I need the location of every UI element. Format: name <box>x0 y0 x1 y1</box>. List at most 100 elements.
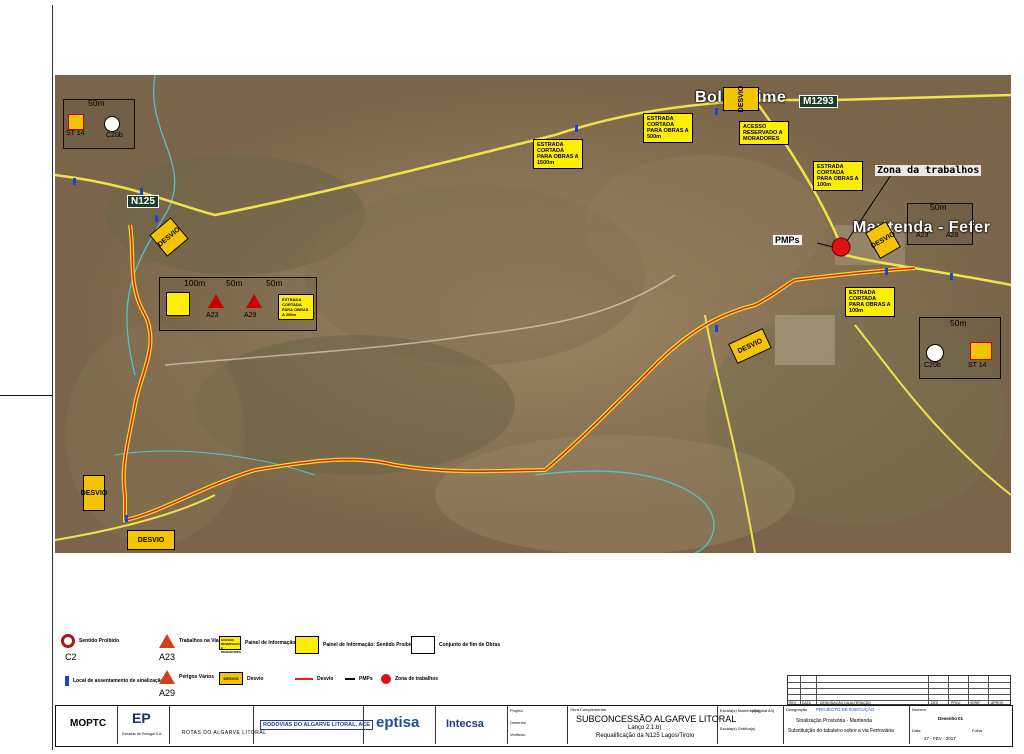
drawing-sheet: Boliqueime Maritenda - Fefer N125 M1293 … <box>0 0 1024 754</box>
logo-ep-cell: EP Estradas de Portugal S.A. <box>118 706 170 744</box>
detour-line-icon <box>295 678 313 680</box>
distance-50m-se: 50m <box>950 318 967 328</box>
a29-code: A29 <box>244 312 257 319</box>
project-lot: Lanço 2.1.b) <box>628 725 662 731</box>
legend-a29: Perigos Vários <box>159 670 214 684</box>
project-cell: Obra Complementar SUBCONCESSÃO ALGARVE L… <box>568 706 736 744</box>
pmps-label: PMPs <box>773 235 802 245</box>
desvio-sign-north: DESVIO <box>723 86 759 112</box>
drawing-title-1: Sinalização Provisória - Maritenda <box>796 718 872 724</box>
legend-code-a23: A23 <box>159 652 176 662</box>
legend-label-desvio: Desvio <box>247 675 264 682</box>
distance-50m: 50m <box>88 98 105 108</box>
st14-sign-east <box>970 342 992 360</box>
sheet-label: Desenho <box>938 716 958 721</box>
distance-50m-a: 50m <box>226 278 243 288</box>
logo-rotas-cell: ROTAS DO ALGARVE LITORAL <box>170 706 266 744</box>
a23-code: A23 <box>206 312 219 319</box>
logo-eptisa: eptisa <box>376 714 420 731</box>
no-entry-panel <box>166 292 190 316</box>
legend-label-sign-location: Local de assentamento de sinalização <box>73 678 164 684</box>
number-label: Número <box>912 707 927 712</box>
logo-eptisa-cell: eptisa <box>364 706 436 744</box>
revision-table: REV DATA DESIGNAÇÃO DA ALTERAÇÃO DES PRO… <box>787 675 1011 705</box>
legend-label-a29: Perigos Vários <box>179 674 215 680</box>
pmp-line-icon <box>345 678 355 680</box>
inset-east-b: 50m C20b ST 14 <box>919 317 1001 379</box>
distance-50m-east: 50m <box>930 202 947 212</box>
info-panel-1500m: ESTRADA CORTADA PARA OBRAS A 1500m <box>533 139 583 169</box>
label-desenho: Desenho <box>510 720 527 725</box>
drawing-title-2: Substituição do tabuleiro sobre a via Fe… <box>788 728 894 734</box>
legend-detour-line: Desvio <box>295 676 333 682</box>
project-subtitle: Requalificação da N125 Lagos/Tirolo <box>596 733 695 739</box>
scale-cell: Escala(s) Numérica(s) (Original A3) Esca… <box>718 706 784 744</box>
info-panel-100m-b: ESTRADA CORTADA PARA OBRAS A 100m <box>845 287 895 317</box>
aerial-map[interactable]: Boliqueime Maritenda - Fefer N125 M1293 … <box>55 75 1011 553</box>
desvio-sign-southwest: DESVIO <box>81 475 107 511</box>
legend-label-detour-line: Desvio <box>317 676 334 682</box>
logo-ep-sub: Estradas de Portugal S.A. <box>122 732 163 736</box>
c20b-code: C20b <box>106 132 123 139</box>
fold-mark <box>0 395 52 396</box>
a23-sign <box>208 294 224 308</box>
title-block: MOPTC EP Estradas de Portugal S.A. ROTAS… <box>55 705 1013 747</box>
road-label-m1293: M1293 <box>799 95 838 108</box>
date-label: Data <box>912 728 921 733</box>
a29-icon <box>159 670 175 684</box>
drawing-title-cell: Designação PROJECTO DE EXECUÇÃO Sinaliza… <box>784 706 910 744</box>
inset-east-a: 50m A23 A29 <box>907 202 973 245</box>
legend-label-info-panel: Painel de Informação <box>245 640 296 646</box>
legend-end-works: Conjunto de fim de Obras <box>411 636 500 654</box>
c2-icon <box>61 634 75 648</box>
logo-moptc-cell: MOPTC <box>56 706 118 744</box>
designation-label: Designação <box>786 707 808 712</box>
st14-code-east: ST 14 <box>968 362 987 369</box>
legend-label-info-panel-noentry: Painel de Informação: Sentido Proibido <box>323 642 417 648</box>
logo-rodovias: RODOVIAS DO ALGARVE LITORAL, ACE <box>260 720 373 730</box>
logo-intecsa: Intecsa <box>446 718 484 730</box>
label-verificou: Verificou <box>510 732 526 737</box>
legend-sign-location: Local de assentamento de sinalização <box>65 676 164 686</box>
frame-left <box>52 5 53 750</box>
legend-label-c2: Sentido Proibido <box>79 638 119 644</box>
number-cell: Número Desenho 01 Data 27 - FEV - 2017 F… <box>910 706 1012 744</box>
page-label: Folha <box>972 728 983 733</box>
logo-rodovias-cell: RODOVIAS DO ALGARVE LITORAL, ACE <box>254 706 373 744</box>
legend-code-a29: A29 <box>159 688 176 698</box>
info-panel-moradores: ACESSO RESERVADO A MORADORES <box>739 121 789 145</box>
signature-cell: Projeto Desenho Verificou <box>508 706 568 744</box>
project-title: SUBCONCESSÃO ALGARVE LITORAL <box>576 714 737 724</box>
desvio-icon: DESVIO <box>219 672 243 685</box>
a23-code-east: A23 <box>916 232 929 239</box>
date-value: 27 - FEV - 2017 <box>924 736 956 741</box>
road-label-n125: N125 <box>127 195 159 208</box>
legend-work-zone: Zona de trabalhos <box>381 674 438 684</box>
work-zone-label: Zona da trabalhos <box>875 165 982 176</box>
info-panel-500m: ESTRADA CORTADA PARA OBRAS A 500m <box>643 113 693 143</box>
legend-desvio: DESVIO Desvio <box>219 672 263 685</box>
scale-graphic: Escala(s) Gráfica(s) <box>720 726 756 731</box>
st14-code: ST 14 <box>66 130 85 137</box>
label-projeto: Projeto <box>510 708 523 713</box>
legend-pmps: PMPs <box>345 676 373 682</box>
info-panel-100m-a: ESTRADA CORTADA PARA OBRAS A 100m <box>813 161 863 191</box>
a29-code-east: A29 <box>946 232 959 239</box>
flag-icon <box>65 676 69 686</box>
info-panel-icon: ACESSO RESERVADO A MORADORES <box>219 636 241 654</box>
sheet-value: 01 <box>958 716 964 721</box>
distance-100m: 100m <box>184 278 206 288</box>
distance-50m-b: 50m <box>266 278 283 288</box>
legend-label-pmps: PMPs <box>359 676 373 682</box>
a29-sign <box>246 294 262 308</box>
legend-label-a23: Trabalhos na Via <box>179 638 219 644</box>
logo-ep: EP <box>132 710 151 726</box>
legend-a23: Trabalhos na Via <box>159 634 219 648</box>
legend-info-panel-noentry: Painel de Informação: Sentido Proibido <box>295 636 416 654</box>
legend-label-end-works: Conjunto de fim de Obras <box>439 642 501 648</box>
stage-label: Obra Complementar <box>570 707 607 712</box>
legend-label-work-zone: Zona de trabalhos <box>395 676 439 682</box>
legend-info-panel: ACESSO RESERVADO A MORADORES Painel de I… <box>219 636 296 654</box>
logo-intecsa-cell: Intecsa <box>436 706 508 744</box>
c20b-code-east: C20b <box>924 362 941 369</box>
